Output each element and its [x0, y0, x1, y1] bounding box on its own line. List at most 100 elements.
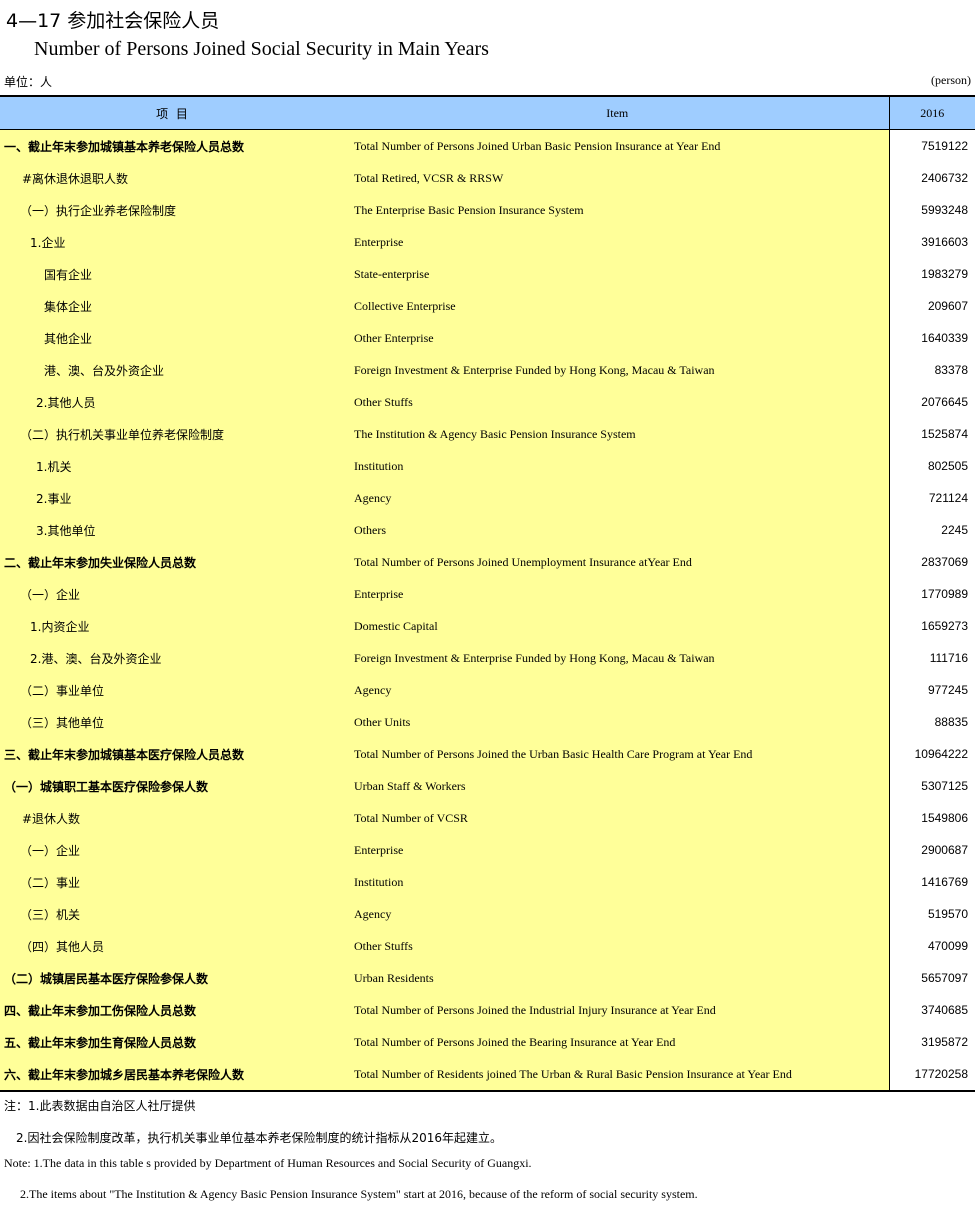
- social-security-table: 项 目 Item 2016 一、截止年末参加城镇基本养老保险人员总数 Total …: [0, 95, 975, 1092]
- row-item-english: Enterprise: [346, 834, 889, 866]
- row-item-english: Agency: [346, 482, 889, 514]
- row-item-chinese: 二、截止年末参加失业保险人员总数: [0, 546, 346, 578]
- row-item-english: Other Units: [346, 706, 889, 738]
- row-item-chinese: 其他企业: [0, 322, 346, 354]
- row-item-english: Other Stuffs: [346, 930, 889, 962]
- table-row: （一）执行企业养老保险制度 The Enterprise Basic Pensio…: [0, 194, 975, 226]
- table-row: （二）事业 Institution 1416769: [0, 866, 975, 898]
- row-item-chinese: 一、截止年末参加城镇基本养老保险人员总数: [0, 129, 346, 162]
- row-item-english: Collective Enterprise: [346, 290, 889, 322]
- row-item-english: Enterprise: [346, 226, 889, 258]
- unit-label-english: (person): [931, 73, 971, 87]
- table-row: （三）机关 Agency 519570: [0, 898, 975, 930]
- row-item-chinese: 1.企业: [0, 226, 346, 258]
- header-item-chinese: 项 目: [0, 95, 346, 130]
- row-item-chinese: （三）其他单位: [0, 706, 346, 738]
- row-item-chinese: #退休人数: [0, 802, 346, 834]
- row-value-2016: 1525874: [888, 418, 975, 450]
- row-item-chinese: 五、截止年末参加生育保险人员总数: [0, 1026, 346, 1058]
- row-value-2016: 17720258: [888, 1058, 975, 1092]
- row-value-2016: 209607: [888, 290, 975, 322]
- row-item-chinese: 2.其他人员: [0, 386, 346, 418]
- page-title-english: Number of Persons Joined Social Security…: [34, 38, 489, 60]
- row-item-english: Enterprise: [346, 578, 889, 610]
- row-item-english: Others: [346, 514, 889, 546]
- table-row: 五、截止年末参加生育保险人员总数 Total Number of Persons …: [0, 1026, 975, 1058]
- row-value-2016: 83378: [888, 354, 975, 386]
- row-value-2016: 2837069: [888, 546, 975, 578]
- row-value-2016: 977245: [888, 674, 975, 706]
- row-item-english: Total Number of Persons Joined Urban Bas…: [346, 129, 889, 162]
- row-item-chinese: （二）事业单位: [0, 674, 346, 706]
- row-value-2016: 2900687: [888, 834, 975, 866]
- row-value-2016: 1983279: [888, 258, 975, 290]
- row-item-chinese: （一）企业: [0, 834, 346, 866]
- row-item-chinese: （一）城镇职工基本医疗保险参保人数: [0, 770, 346, 802]
- row-item-chinese: 1.机关: [0, 450, 346, 482]
- row-value-2016: 5657097: [888, 962, 975, 994]
- row-value-2016: 1549806: [888, 802, 975, 834]
- row-item-english: The Institution & Agency Basic Pension I…: [346, 418, 889, 450]
- row-item-chinese: （一）企业: [0, 578, 346, 610]
- row-item-chinese: （三）机关: [0, 898, 346, 930]
- row-value-2016: 3916603: [888, 226, 975, 258]
- row-item-english: Domestic Capital: [346, 610, 889, 642]
- row-value-2016: 1659273: [888, 610, 975, 642]
- header-year: 2016: [888, 95, 975, 130]
- row-value-2016: 519570: [888, 898, 975, 930]
- row-value-2016: 1770989: [888, 578, 975, 610]
- row-item-english: Foreign Investment & Enterprise Funded b…: [346, 642, 889, 674]
- table-row: 二、截止年末参加失业保险人员总数 Total Number of Persons …: [0, 546, 975, 578]
- row-item-english: Total Number of Residents joined The Urb…: [346, 1058, 889, 1092]
- row-item-english: Total Number of Persons Joined the Urban…: [346, 738, 889, 770]
- row-item-chinese: 港、澳、台及外资企业: [0, 354, 346, 386]
- row-item-english: Urban Staff & Workers: [346, 770, 889, 802]
- row-item-chinese: 3.其他单位: [0, 514, 346, 546]
- row-item-english: Total Number of VCSR: [346, 802, 889, 834]
- row-item-chinese: 三、截止年末参加城镇基本医疗保险人员总数: [0, 738, 346, 770]
- row-item-chinese: （二）城镇居民基本医疗保险参保人数: [0, 962, 346, 994]
- row-item-chinese: （二）事业: [0, 866, 346, 898]
- table-row: #退休人数 Total Number of VCSR 1549806: [0, 802, 975, 834]
- table-row: （一）企业 Enterprise 1770989: [0, 578, 975, 610]
- row-item-chinese: （一）执行企业养老保险制度: [0, 194, 346, 226]
- row-item-chinese: #离休退休退职人数: [0, 162, 346, 194]
- row-item-english: The Enterprise Basic Pension Insurance S…: [346, 194, 889, 226]
- row-value-2016: 88835: [888, 706, 975, 738]
- table-row: （二）执行机关事业单位养老保险制度 The Institution & Agenc…: [0, 418, 975, 450]
- row-value-2016: 1416769: [888, 866, 975, 898]
- row-item-english: Total Number of Persons Joined Unemploym…: [346, 546, 889, 578]
- table-row: 六、截止年末参加城乡居民基本养老保险人数 Total Number of Resi…: [0, 1058, 975, 1092]
- table-body: 一、截止年末参加城镇基本养老保险人员总数 Total Number of Pers…: [0, 129, 975, 1092]
- row-item-chinese: 2.港、澳、台及外资企业: [0, 642, 346, 674]
- page-title-chinese: 4—17 参加社会保险人员: [6, 10, 220, 32]
- row-value-2016: 3740685: [888, 994, 975, 1026]
- row-item-english: Urban Residents: [346, 962, 889, 994]
- row-item-chinese: 国有企业: [0, 258, 346, 290]
- row-item-chinese: （四）其他人员: [0, 930, 346, 962]
- unit-label-chinese: 单位：人: [4, 75, 53, 89]
- table-row: 四、截止年末参加工伤保险人员总数 Total Number of Persons …: [0, 994, 975, 1026]
- row-item-english: State-enterprise: [346, 258, 889, 290]
- row-item-english: Institution: [346, 866, 889, 898]
- row-value-2016: 3195872: [888, 1026, 975, 1058]
- table-row: （二）事业单位 Agency 977245: [0, 674, 975, 706]
- table-row: 一、截止年末参加城镇基本养老保险人员总数 Total Number of Pers…: [0, 129, 975, 162]
- table-row: 2.事业 Agency 721124: [0, 482, 975, 514]
- row-item-english: Agency: [346, 674, 889, 706]
- note-cn-1: 注：1.此表数据由自治区人社厅提供: [4, 1099, 196, 1113]
- table-row: （一）企业 Enterprise 2900687: [0, 834, 975, 866]
- note-en-2: 2.The items about "The Institution & Age…: [20, 1187, 698, 1201]
- row-value-2016: 7519122: [888, 129, 975, 162]
- row-item-english: Other Enterprise: [346, 322, 889, 354]
- row-item-chinese: 1.内资企业: [0, 610, 346, 642]
- row-item-english: Total Retired, VCSR & RRSW: [346, 162, 889, 194]
- row-item-english: Total Number of Persons Joined the Beari…: [346, 1026, 889, 1058]
- row-item-chinese: （二）执行机关事业单位养老保险制度: [0, 418, 346, 450]
- row-item-chinese: 集体企业: [0, 290, 346, 322]
- table-row: 三、截止年末参加城镇基本医疗保险人员总数 Total Number of Pers…: [0, 738, 975, 770]
- table-row: （四）其他人员 Other Stuffs 470099: [0, 930, 975, 962]
- table-row: 1.机关 Institution 802505: [0, 450, 975, 482]
- note-en-1: Note: 1.The data in this table s provide…: [4, 1156, 532, 1170]
- table-row: 集体企业 Collective Enterprise 209607: [0, 290, 975, 322]
